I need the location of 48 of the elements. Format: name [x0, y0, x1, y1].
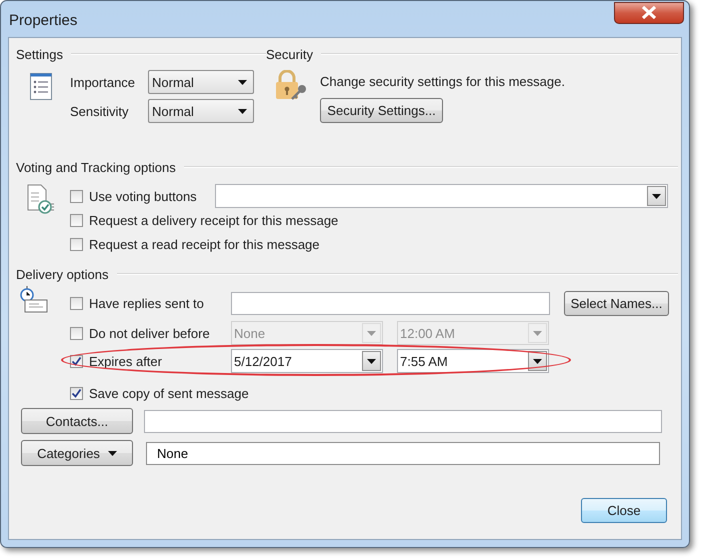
close-icon [641, 6, 657, 19]
contacts-field[interactable] [144, 410, 662, 432]
dropdown[interactable]: Normal [148, 70, 254, 94]
list-icon [30, 73, 52, 100]
security-text: Change security settings for this message. [320, 74, 566, 89]
option-label: Have replies sent to [89, 296, 204, 310]
option-label: Request a delivery receipt for this message [89, 212, 338, 228]
option-label: Do not deliver before [89, 326, 210, 340]
window-title: Properties [9, 12, 78, 28]
option-label: Expires after [89, 354, 162, 368]
checkbox[interactable] [70, 386, 83, 400]
section-heading: Settings [16, 46, 63, 62]
field-label: Importance [70, 74, 136, 90]
categories-field[interactable]: None [146, 442, 660, 464]
section-heading: Delivery options [16, 266, 108, 282]
dropdown-arrow-icon [238, 108, 247, 114]
field-label: Sensitivity [70, 104, 130, 118]
section-heading: Security [266, 46, 313, 62]
checkbox[interactable] [70, 296, 83, 310]
checkbox[interactable] [70, 190, 83, 202]
dropdown-arrow-icon [367, 358, 376, 364]
document-check-icon [27, 184, 55, 214]
dropdown-arrow-icon [533, 330, 542, 336]
select-names-button[interactable]: Select Names... [564, 290, 669, 316]
time-dropdown[interactable]: 7:55 AM [397, 349, 549, 373]
close-dialog-button[interactable]: Close [581, 498, 667, 523]
close-button[interactable] [614, 2, 684, 24]
envelope-clock-icon [19, 286, 49, 314]
option-label: Save copy of sent message [89, 386, 249, 400]
dropdown-arrow-icon [367, 330, 376, 336]
checkbox[interactable] [70, 214, 83, 226]
dropdown-arrow-icon [652, 194, 661, 198]
security-settings-button[interactable]: Security Settings... [320, 98, 443, 123]
dropdown[interactable]: Normal [148, 99, 254, 123]
voting-dropdown[interactable] [215, 184, 668, 208]
date-dropdown[interactable]: 5/12/2017 [231, 349, 383, 373]
contacts-button[interactable]: Contacts... [21, 408, 133, 434]
dropdown-arrow-icon [533, 358, 542, 364]
checkbox[interactable] [70, 354, 83, 368]
option-label: Use voting buttons [89, 188, 197, 204]
categories-button[interactable]: Categories [21, 440, 133, 466]
dropdown-arrow-icon [238, 80, 247, 84]
dropdown-arrow-icon [108, 450, 117, 456]
section-heading: Voting and Tracking options [16, 160, 176, 174]
replies-field[interactable] [231, 292, 550, 314]
checkbox[interactable] [70, 238, 83, 250]
option-label: Request a read receipt for this message [89, 236, 320, 252]
lock-key-icon [274, 70, 308, 100]
